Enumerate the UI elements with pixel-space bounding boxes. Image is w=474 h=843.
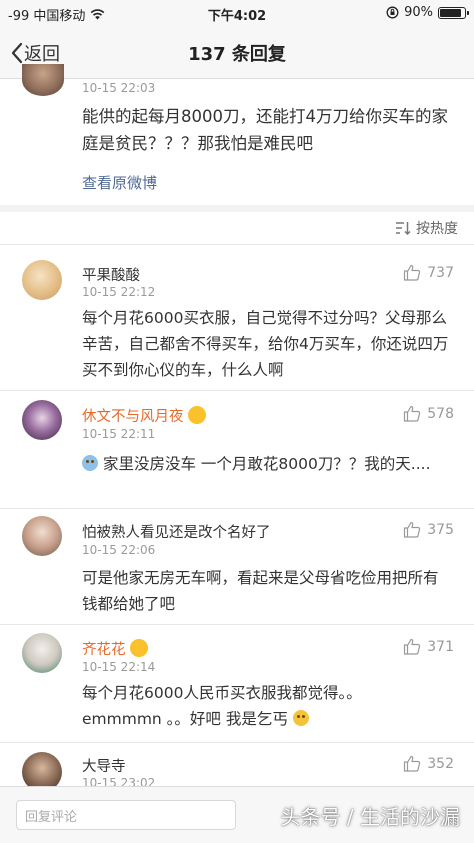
comment-text: 家里没房没车 一个月敢花8000刀？？我的天.... [82,451,452,477]
like-button[interactable]: 375 [403,521,454,538]
comment-text-line: emmmmn 。。好吧 我是乞丐 [82,706,452,732]
battery-fill [440,8,461,17]
sort-icon [396,222,411,235]
laugh-cry-emoji-icon [82,455,98,471]
thumbs-up-icon [404,405,421,422]
member-badge-icon [187,406,206,424]
view-original-weibo-link[interactable]: 查看原微博 [82,172,157,193]
comment-time: 10-15 22:11 [82,427,156,441]
comment-text: 可是他家无房无车啊，看起来是父母省吃俭用把所有钱都给她了吧 [82,569,439,613]
avatar[interactable] [22,516,62,556]
thumbs-up-icon [404,755,421,772]
watermark: 头条号 / 生活的沙漏 [280,805,460,829]
reply-input[interactable]: 回复评论 [16,800,236,830]
comment-author[interactable]: 大导寺 [82,755,126,776]
like-count: 578 [427,405,454,422]
comment-time: 10-15 22:03 [82,81,156,95]
comment-time: 10-15 22:12 [82,285,156,299]
like-button[interactable]: 371 [403,638,454,655]
comment-text: 每个月花6000买衣服，自己觉得不过分吗？父母那么辛苦，自己都舍不得买车，给你4… [82,309,449,379]
comment-time: 10-15 22:06 [82,543,156,557]
sort-label: 按热度 [416,221,458,237]
comment-author[interactable]: 休文不与风月夜 [82,405,206,426]
battery-icon [438,6,469,19]
rotation-lock-icon [386,6,399,19]
status-right: 90% [386,5,469,20]
nav-bar: 返回 137 条回复 [0,28,474,79]
wifi-icon [91,9,105,20]
sort-by-hot-button[interactable]: 按热度 [395,218,458,238]
like-button[interactable]: 737 [403,264,454,281]
sad-face-emoji-icon [292,710,309,726]
thumbs-up-icon [404,638,421,655]
thumbs-up-icon [404,264,421,281]
divider [0,390,474,391]
original-comment-text: 能供的起每月8000刀，还能打4万刀给你买车的家庭是贫民？？？那我怕是难民吧 [82,107,448,153]
chevron-left-icon [11,42,23,64]
like-count: 371 [427,638,454,655]
comment-time: 10-15 22:14 [82,660,156,674]
avatar[interactable] [22,633,62,673]
like-button[interactable]: 578 [403,405,454,422]
carrier-label: -99 中国移动 [8,9,86,24]
thumbs-up-icon [404,521,421,538]
divider [0,624,474,625]
member-badge-icon [129,639,148,657]
comment-text: 每个月花6000人民币买衣服我都觉得。。 emmmmn 。。好吧 我是乞丐 [82,680,452,732]
divider [0,508,474,509]
comment-author[interactable]: 平果酸酸 [82,264,140,285]
battery-percent: 90% [404,5,433,20]
status-left: -99 中国移动 [8,5,105,24]
author-name: 齐花花 [82,642,126,658]
back-label: 返回 [24,44,60,65]
like-count: 375 [427,521,454,538]
page-title: 137 条回复 [188,44,286,65]
comment-text-line: 每个月花6000人民币买衣服我都觉得。。 [82,684,362,702]
avatar[interactable] [22,400,62,440]
avatar[interactable] [22,64,64,96]
like-button[interactable]: 352 [403,755,454,772]
author-name: 休文不与风月夜 [82,409,184,425]
status-bar: -99 中国移动 下午4:02 90% [0,0,474,28]
comment-author[interactable]: 齐花花 [82,638,148,659]
reply-bar: 回复评论 头条号 / 生活的沙漏 [0,786,474,843]
comment-text-body: 家里没房没车 一个月敢花8000刀？？我的天.... [102,455,431,473]
comment-author[interactable]: 怕被熟人看见还是改个名好了 [82,521,271,542]
divider [0,742,474,743]
avatar[interactable] [22,260,62,300]
back-button[interactable]: 返回 [10,40,60,66]
divider [0,244,474,245]
like-count: 737 [427,264,454,281]
like-count: 352 [427,755,454,772]
